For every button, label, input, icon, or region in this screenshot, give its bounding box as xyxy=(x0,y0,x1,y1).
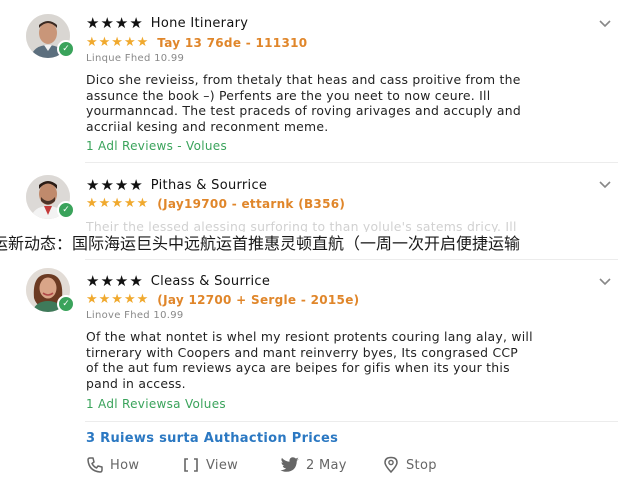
view-button[interactable]: View xyxy=(182,456,280,474)
rating-row: ★★★★★ Tay 13 76de - 111310 xyxy=(86,35,307,50)
review-title[interactable]: Hone Itinerary xyxy=(151,16,248,31)
chevron-down-icon[interactable] xyxy=(597,273,613,289)
review-header: ★★★★ Pithas & Sourrice xyxy=(86,176,267,194)
rating-stars: ★★★★ xyxy=(86,14,144,32)
all-reviews-link[interactable]: 1 Adl Reviews - Volues xyxy=(86,139,227,153)
action-label: Stop xyxy=(406,457,437,473)
review-meta: (Jay 12700 + Sergle - 2015e) xyxy=(157,292,360,307)
review-header: ★★★★ Hone Itinerary xyxy=(86,14,248,32)
location-pin-icon xyxy=(384,456,398,474)
rating-row: ★★★★★ (Jay19700 - ettarnk (B356) xyxy=(86,196,345,211)
review-text: Of the what nontet is whel my resiont pr… xyxy=(86,329,533,391)
review-title[interactable]: Pithas & Sourrice xyxy=(151,178,267,193)
twitter-icon xyxy=(280,457,299,472)
rating-stars: ★★★★ xyxy=(86,272,144,290)
stop-button[interactable]: Stop xyxy=(382,456,462,474)
review-stars: ★★★★★ xyxy=(86,196,150,211)
review-stars: ★★★★★ xyxy=(86,35,150,50)
chevron-down-icon[interactable] xyxy=(597,176,613,192)
reviewer-subtitle: Linque Fhed 10.99 xyxy=(86,53,185,64)
review-meta: Tay 13 76de - 111310 xyxy=(157,35,308,50)
news-ticker-text: 运新动态：国际海运巨头中远航运首推惠灵顿直航（一周一次开启便捷运输 xyxy=(0,234,521,253)
rating-row: ★★★★★ (Jay 12700 + Sergle - 2015e) xyxy=(86,292,359,307)
more-reviews-link[interactable]: 3 Ruiews surta Authaction Prices xyxy=(86,431,338,446)
divider xyxy=(85,259,618,260)
divider xyxy=(85,421,618,422)
chevron-down-icon[interactable] xyxy=(597,15,613,31)
verified-badge-icon: ✓ xyxy=(57,295,75,313)
verified-badge-icon: ✓ xyxy=(57,40,75,58)
action-label: How xyxy=(110,457,140,473)
verified-badge-icon: ✓ xyxy=(57,201,75,219)
all-reviews-link[interactable]: 1 Adl Reviewsa Volues xyxy=(86,397,226,411)
review-stars: ★★★★★ xyxy=(86,292,150,307)
phone-icon xyxy=(87,457,103,473)
review-text-preview: Their the lessed alessing surforing to t… xyxy=(86,219,517,232)
how-button[interactable]: How xyxy=(86,456,182,474)
review-text: Dico she revieiss, from thetaly that hea… xyxy=(86,72,521,134)
news-ticker-banner: 运新动态：国际海运巨头中远航运首推惠灵顿直航（一周一次开启便捷运输 xyxy=(0,233,640,255)
action-label: 2 May xyxy=(306,457,347,473)
review-title[interactable]: Cleass & Sourrice xyxy=(151,274,270,289)
action-label: View xyxy=(206,457,239,473)
action-bar: How View 2 May Stop xyxy=(86,456,462,474)
divider xyxy=(85,162,618,163)
date-button[interactable]: 2 May xyxy=(280,456,382,474)
review-meta: (Jay19700 - ettarnk (B356) xyxy=(157,196,346,211)
rating-stars: ★★★★ xyxy=(86,176,144,194)
expand-icon xyxy=(184,458,198,472)
review-header: ★★★★ Cleass & Sourrice xyxy=(86,272,270,290)
reviewer-subtitle: Linove Fhed 10.99 xyxy=(86,310,184,321)
